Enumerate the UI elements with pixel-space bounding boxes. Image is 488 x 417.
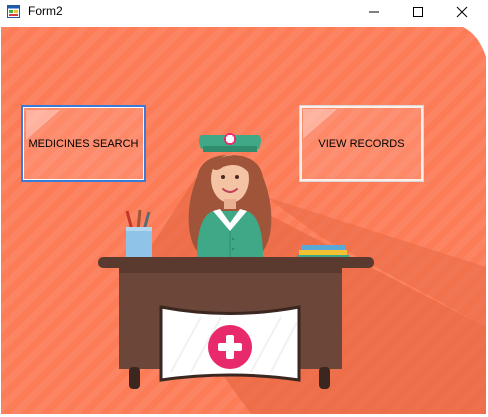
minimize-icon bbox=[369, 11, 379, 12]
close-button[interactable] bbox=[440, 0, 484, 23]
view-records-label: VIEW RECORDS bbox=[318, 137, 405, 150]
maximize-button[interactable] bbox=[396, 0, 440, 23]
medicines-search-label: MEDICINES SEARCH bbox=[28, 137, 139, 150]
form2-window: Form2 MEDICINES SEARCH VIEW RECORDS bbox=[0, 0, 488, 417]
title-bar[interactable]: Form2 bbox=[0, 0, 488, 23]
winforms-form-icon bbox=[7, 5, 20, 18]
medicines-search-button[interactable]: MEDICINES SEARCH bbox=[21, 105, 146, 182]
view-records-button[interactable]: VIEW RECORDS bbox=[299, 105, 424, 182]
nurse-at-desk-illustration bbox=[1, 27, 486, 414]
minimize-button[interactable] bbox=[352, 0, 396, 23]
book-stack bbox=[301, 245, 345, 250]
maximize-icon bbox=[413, 6, 423, 17]
form-client-area: MEDICINES SEARCH VIEW RECORDS bbox=[1, 27, 486, 414]
desk-top bbox=[98, 257, 374, 268]
pen-cup bbox=[126, 227, 152, 257]
window-title: Form2 bbox=[28, 4, 63, 18]
close-icon bbox=[456, 6, 468, 17]
